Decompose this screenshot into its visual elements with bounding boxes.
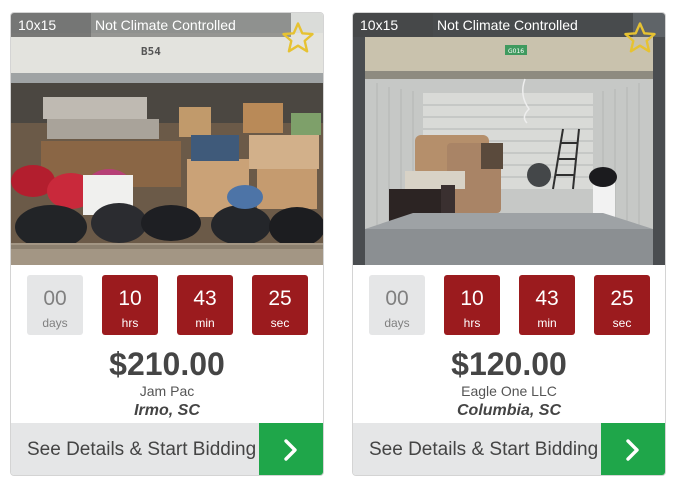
timer-days-value: 00 [43,287,67,310]
chevron-right-icon[interactable] [601,423,665,475]
chevron-right-icon[interactable] [259,423,323,475]
climate-badge: Not Climate Controlled [91,13,291,37]
seller-name: Eagle One LLC [461,383,557,399]
timer-seconds: 25 sec [594,275,650,335]
timer-days: 00 days [27,275,83,335]
unit-size-badge: 10x15 [11,13,91,37]
facility-location: Irmo, SC [134,402,200,419]
countdown-timer: 00 days 10 hrs 43 min 25 sec [11,275,323,335]
timer-minutes-value: 43 [193,287,217,310]
timer-seconds-label: sec [612,316,632,330]
details-and-bid-button[interactable]: See Details & Start Bidding [11,423,323,475]
climate-badge: Not Climate Controlled [433,13,633,37]
unit-size-badge: 10x15 [353,13,433,37]
timer-minutes-label: min [195,316,215,330]
timer-days-value: 00 [385,287,409,310]
timer-seconds-label: sec [270,316,290,330]
current-bid-price: $120.00 [451,346,567,382]
timer-days: 00 days [369,275,425,335]
facility-location: Columbia, SC [456,402,561,419]
timer-hours-value: 10 [460,287,484,310]
details-and-bid-label: See Details & Start Bidding [27,439,257,460]
timer-hours: 10 hrs [102,275,158,335]
timer-days-label: days [42,316,68,330]
timer-seconds-value: 25 [610,287,634,310]
current-bid-price: $210.00 [109,346,225,382]
star-outline-icon[interactable] [281,21,315,55]
star-outline-icon[interactable] [623,21,657,55]
unit-number-sign: B54 [141,45,161,58]
timer-days-label: days [384,316,410,330]
countdown-timer: 00 days 10 hrs 43 min 25 sec [353,275,665,335]
details-and-bid-label: See Details & Start Bidding [369,439,599,460]
details-and-bid-button[interactable]: See Details & Start Bidding [353,423,665,475]
timer-hours-label: hrs [121,316,139,330]
timer-minutes-value: 43 [535,287,559,310]
unit-photo[interactable]: G016 10x15 Not Climate Controlled [353,13,665,265]
timer-hours-value: 10 [118,287,142,310]
unit-number-sign: G016 [508,48,524,55]
listing-card: B54 10x15 Not Climate Controlled 00 days… [10,12,324,476]
timer-hours: 10 hrs [444,275,500,335]
timer-seconds: 25 sec [252,275,308,335]
timer-minutes: 43 min [177,275,233,335]
timer-hours-label: hrs [463,316,481,330]
unit-photo-image: G016 [353,13,665,265]
unit-photo[interactable]: B54 10x15 Not Climate Controlled [11,13,323,265]
timer-minutes-label: min [537,316,557,330]
seller-name: Jam Pac [139,383,195,399]
unit-photo-image: B54 [11,13,323,265]
listing-card: G016 10x15 Not Climate Controlled 00 day… [352,12,666,476]
timer-seconds-value: 25 [268,287,292,310]
timer-minutes: 43 min [519,275,575,335]
